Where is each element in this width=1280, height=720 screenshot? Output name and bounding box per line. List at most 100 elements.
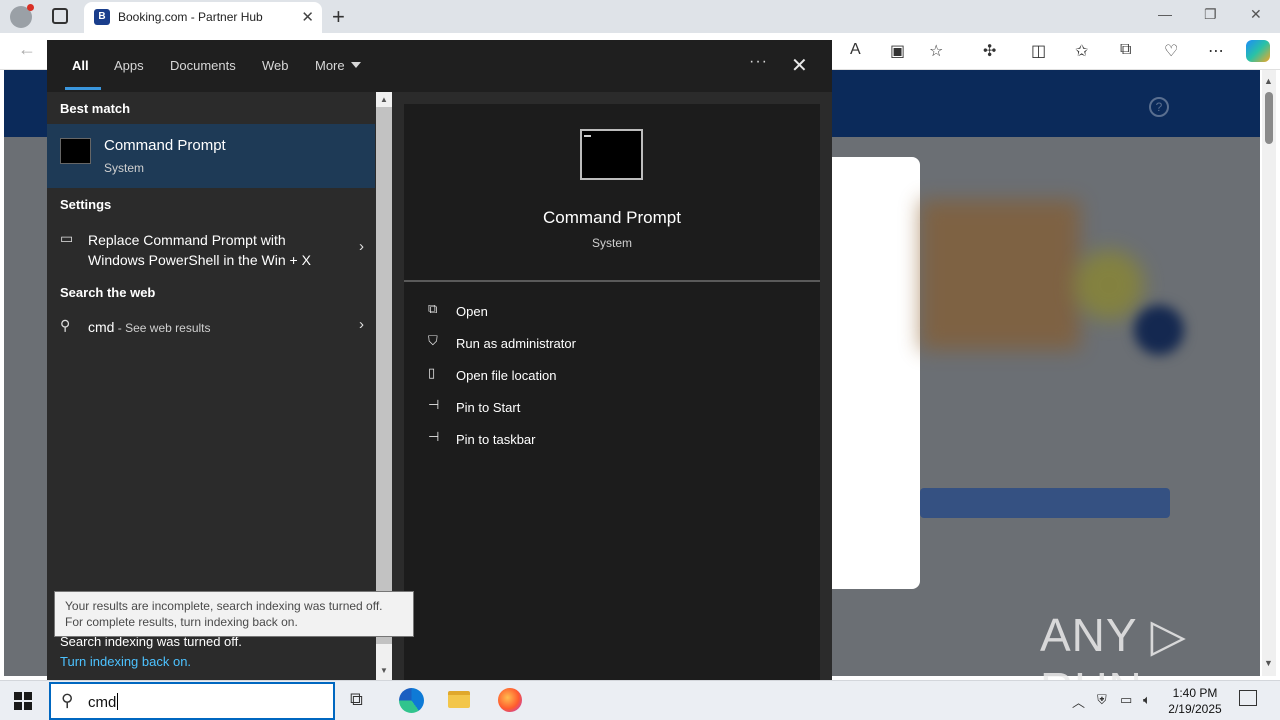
best-match-item[interactable]: Command Prompt System bbox=[47, 124, 375, 188]
security-icon[interactable]: ⛨ bbox=[1097, 692, 1107, 708]
page-scrollbar[interactable]: ▲ ▼ bbox=[1262, 70, 1276, 676]
edge-browser-icon[interactable] bbox=[399, 688, 424, 713]
new-tab-button[interactable]: + bbox=[332, 4, 345, 30]
pin-icon: ⊣ bbox=[428, 429, 440, 444]
action-label: Pin to taskbar bbox=[456, 432, 536, 447]
chevron-right-icon[interactable]: › bbox=[359, 316, 364, 333]
open-icon: ⧉ bbox=[428, 301, 438, 316]
help-icon[interactable]: ? bbox=[1149, 97, 1169, 117]
action-label: Open bbox=[456, 304, 488, 319]
task-view-icon[interactable]: ⧉ bbox=[350, 689, 363, 710]
web-result-suffix: - See web results bbox=[114, 321, 211, 335]
close-window-button[interactable]: ✕ bbox=[1250, 6, 1262, 23]
settings-result-line1: Replace Command Prompt with bbox=[88, 232, 286, 248]
scrollbar-thumb[interactable] bbox=[1265, 92, 1273, 144]
tab-more-label: More bbox=[315, 58, 345, 73]
web-result-item[interactable]: ⚲ cmd - See web results › bbox=[47, 316, 375, 340]
tab-apps[interactable]: Apps bbox=[114, 58, 144, 73]
shield-icon: ⛉ bbox=[428, 333, 438, 348]
tab-web[interactable]: Web bbox=[262, 58, 289, 73]
close-icon[interactable]: ✕ bbox=[791, 53, 808, 78]
split-screen-icon[interactable]: ◫ bbox=[1031, 41, 1046, 61]
taskbar: ⚲ cmd ⧉ ︿ ⛨ ▭ 🔈︎ 1:40 PM 2/19/2025 bbox=[0, 680, 1280, 720]
notification-icon[interactable] bbox=[1239, 690, 1257, 706]
turn-indexing-on-link[interactable]: Turn indexing back on. bbox=[60, 654, 191, 669]
booking-favicon-icon: B bbox=[94, 9, 110, 25]
tab-actions-icon[interactable] bbox=[52, 8, 68, 24]
clock-time: 1:40 PM bbox=[1172, 686, 1218, 700]
copilot-icon[interactable] bbox=[1246, 40, 1270, 62]
tab-title: Booking.com - Partner Hub bbox=[118, 10, 263, 24]
scrollbar-thumb[interactable] bbox=[376, 107, 392, 644]
action-run-as-administrator[interactable]: ⛉ Run as administrator bbox=[428, 333, 808, 355]
active-tab-indicator bbox=[65, 87, 101, 90]
indexing-tooltip: Your results are incomplete, search inde… bbox=[54, 591, 414, 637]
volume-icon[interactable]: 🔈︎ bbox=[1143, 692, 1151, 708]
chevron-down-icon bbox=[350, 62, 361, 68]
search-query: cmd bbox=[88, 694, 117, 711]
search-icon: ⚲ bbox=[60, 317, 71, 333]
firefox-icon[interactable] bbox=[498, 688, 522, 712]
divider bbox=[404, 280, 820, 282]
network-icon[interactable]: ▭ bbox=[1120, 692, 1132, 708]
page-modal bbox=[832, 157, 920, 589]
command-prompt-icon bbox=[580, 129, 643, 180]
pin-icon: ⊣ bbox=[428, 397, 440, 412]
command-prompt-icon bbox=[60, 138, 91, 164]
best-match-title: Command Prompt bbox=[104, 137, 226, 154]
back-arrow-icon[interactable]: ← bbox=[18, 39, 36, 60]
file-location-icon: ▯ bbox=[428, 365, 436, 380]
page-button bbox=[920, 488, 1170, 518]
action-label: Pin to Start bbox=[456, 400, 521, 415]
browser-tab[interactable]: B Booking.com - Partner Hub ✕ bbox=[84, 2, 322, 33]
page-illustration bbox=[920, 200, 1080, 350]
extensions-icon[interactable]: ✣ bbox=[983, 41, 996, 61]
settings-header: Settings bbox=[60, 197, 112, 212]
restore-button[interactable]: ❐ bbox=[1204, 6, 1217, 23]
immersive-reader-icon[interactable]: ▣ bbox=[890, 41, 905, 61]
tab-documents[interactable]: Documents bbox=[170, 58, 236, 73]
favorites-icon[interactable]: ✩ bbox=[1075, 41, 1088, 61]
read-aloud-icon[interactable]: A bbox=[850, 41, 861, 59]
web-result-text: cmd - See web results bbox=[88, 317, 211, 338]
preview-subtitle: System bbox=[591, 236, 632, 250]
scroll-up-icon[interactable]: ▲ bbox=[380, 95, 388, 104]
settings-result-item[interactable]: ▭ Replace Command Prompt with Windows Po… bbox=[47, 228, 375, 272]
file-explorer-icon[interactable] bbox=[448, 691, 470, 708]
more-menu-icon[interactable]: ⋯ bbox=[1208, 41, 1224, 61]
chevron-up-icon[interactable]: ︿ bbox=[1072, 692, 1085, 711]
best-match-header: Best match bbox=[60, 101, 131, 116]
scroll-down-icon[interactable]: ▼ bbox=[380, 666, 388, 675]
more-options-icon[interactable]: ··· bbox=[749, 53, 768, 71]
favorite-star-icon[interactable]: ☆ bbox=[929, 41, 943, 61]
web-query: cmd bbox=[88, 319, 115, 335]
minimize-button[interactable]: — bbox=[1158, 6, 1172, 22]
tab-all[interactable]: All bbox=[72, 58, 89, 73]
search-web-header: Search the web bbox=[60, 285, 156, 300]
action-open[interactable]: ⧉ Open bbox=[428, 301, 808, 323]
taskbar-search-input[interactable]: ⚲ cmd bbox=[49, 682, 335, 720]
action-pin-to-taskbar[interactable]: ⊣ Pin to taskbar bbox=[428, 429, 808, 451]
browser-essentials-icon[interactable]: ♡ bbox=[1164, 41, 1178, 61]
search-tabs: All Apps Documents Web More ··· ✕ bbox=[47, 40, 832, 92]
chevron-right-icon[interactable]: › bbox=[359, 238, 364, 255]
scroll-up-icon[interactable]: ▲ bbox=[1264, 76, 1273, 86]
page-illustration bbox=[1134, 305, 1184, 355]
clock-date: 2/19/2025 bbox=[1168, 702, 1222, 716]
settings-result-line2: Windows PowerShell in the Win + X bbox=[88, 252, 311, 268]
collections-icon[interactable]: ⧉ bbox=[1120, 41, 1131, 59]
settings-display-icon: ▭ bbox=[60, 230, 74, 246]
close-tab-icon[interactable]: ✕ bbox=[301, 8, 314, 26]
best-match-subtitle: System bbox=[104, 161, 145, 175]
action-pin-to-start[interactable]: ⊣ Pin to Start bbox=[428, 397, 808, 419]
tab-more[interactable]: More bbox=[315, 58, 361, 73]
action-label: Open file location bbox=[456, 368, 557, 383]
search-flyout: All Apps Documents Web More ··· ✕ Best m… bbox=[47, 40, 832, 680]
windows-start-icon[interactable] bbox=[14, 692, 32, 710]
action-label: Run as administrator bbox=[456, 336, 576, 351]
search-icon: ⚲ bbox=[61, 691, 74, 710]
system-clock[interactable]: 1:40 PM 2/19/2025 bbox=[1163, 685, 1227, 717]
profile-avatar-icon[interactable] bbox=[10, 4, 34, 28]
preview-title: Command Prompt bbox=[543, 208, 681, 227]
action-open-file-location[interactable]: ▯ Open file location bbox=[428, 365, 808, 387]
